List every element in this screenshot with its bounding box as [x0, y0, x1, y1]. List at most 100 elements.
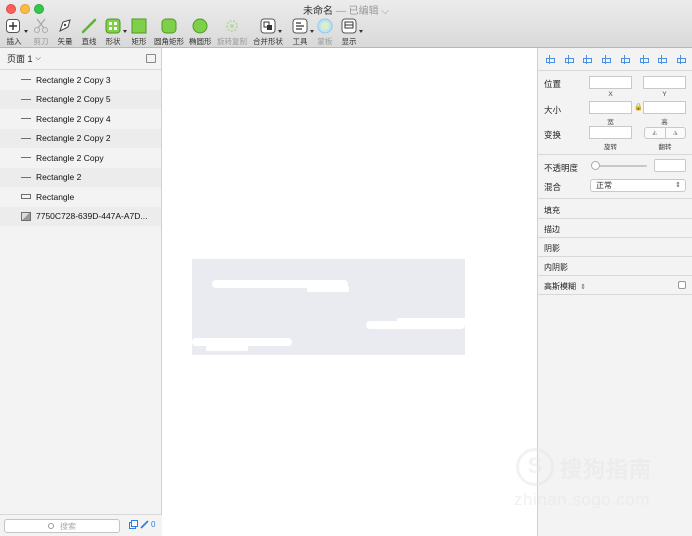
scissors-label: 剪刀: [33, 37, 49, 46]
chevron-updown-icon: ⇕: [580, 284, 587, 291]
line-icon: [21, 98, 31, 100]
rounded-rectangle-button[interactable]: 圆角矩形: [154, 18, 184, 48]
y-label: Y: [662, 91, 667, 98]
canvas[interactable]: [162, 48, 537, 536]
rotate-copy-label: 旋转复制: [217, 37, 247, 46]
height-field[interactable]: [643, 101, 686, 114]
gaussian-blur-header[interactable]: 高斯模糊 ⇕: [544, 281, 586, 292]
divider: [538, 237, 692, 238]
align-right-icon[interactable]: [619, 54, 630, 64]
rectangle-shape[interactable]: [397, 318, 465, 324]
layer-row[interactable]: Rectangle 2 Copy 4: [0, 109, 161, 129]
pen-icon: [56, 18, 74, 34]
align-center-icon[interactable]: [600, 54, 612, 64]
layer-row[interactable]: Rectangle 2 Copy 2: [0, 128, 161, 148]
layer-row[interactable]: Rectangle 2 Copy 3: [0, 70, 161, 90]
divider: [538, 294, 692, 295]
sidebar-footer: 搜索 0: [0, 514, 162, 536]
align-middle-icon[interactable]: [656, 54, 668, 64]
flip-horizontal-icon[interactable]: ◭: [645, 128, 666, 138]
rectangle-icon: [130, 18, 148, 34]
layer-row[interactable]: Rectangle: [0, 187, 161, 207]
flip-label: 翻转: [658, 144, 672, 151]
layer-name: Rectangle 2 Copy 2: [36, 133, 111, 144]
layer-name: Rectangle: [36, 191, 75, 202]
shadow-section-header[interactable]: 阴影: [544, 243, 560, 254]
layer-row[interactable]: Rectangle 2 Copy: [0, 148, 161, 168]
sidebar-filter-group: 0: [129, 520, 155, 529]
y-field[interactable]: [643, 76, 686, 89]
copy-icon[interactable]: [129, 520, 138, 529]
layer-row[interactable]: Rectangle 2 Copy 5: [0, 89, 161, 109]
layer-row[interactable]: Rectangle 2: [0, 167, 161, 187]
align-left-icon[interactable]: [581, 54, 593, 64]
rotate-copy-icon: [223, 18, 241, 34]
blend-mode-select[interactable]: 正常 ⇕: [590, 179, 686, 192]
search-icon: [48, 523, 54, 529]
lock-icon[interactable]: 🔒: [634, 103, 643, 111]
page-selector-label: 页面 1: [7, 54, 33, 64]
rectangle-shape[interactable]: [206, 345, 248, 351]
line-label: 直线: [81, 37, 97, 46]
opacity-slider-knob[interactable]: [591, 161, 600, 170]
tools-button[interactable]: 工具: [291, 18, 314, 48]
align-bottom-icon[interactable]: [675, 54, 687, 64]
combine-shapes-icon: [259, 18, 282, 34]
edited-status[interactable]: — 已编辑: [336, 6, 379, 17]
line-icon: [21, 157, 31, 158]
flip-buttons: ◭ ◮: [644, 127, 686, 139]
layers-sidebar: 页面 1 ⌵ Rectangle 2 Copy 3 Rectangle 2 Co…: [0, 48, 162, 536]
flip-vertical-icon[interactable]: ◮: [666, 128, 686, 138]
gaussian-blur-checkbox[interactable]: [678, 281, 686, 289]
layer-name: Rectangle 2 Copy 5: [36, 94, 111, 105]
divider: [538, 154, 692, 155]
x-field[interactable]: [589, 76, 632, 89]
rotate-field[interactable]: [589, 126, 632, 139]
knife-icon[interactable]: [140, 520, 149, 529]
oval-icon: [191, 18, 209, 34]
vector-button[interactable]: 矢量: [56, 18, 74, 48]
chevron-down-icon: ⌵: [35, 54, 41, 62]
layer-name: Rectangle 2: [36, 172, 82, 183]
rectangle-shape[interactable]: [307, 286, 349, 292]
mask-button[interactable]: 蒙板: [316, 18, 334, 48]
page-selector[interactable]: 页面 1 ⌵: [0, 48, 161, 70]
width-field[interactable]: [589, 101, 632, 114]
layer-name: Rectangle 2 Copy 4: [36, 113, 111, 124]
view-button[interactable]: 显示: [340, 18, 363, 48]
document-title: 未命名 — 已编辑 ⌵: [0, 2, 692, 17]
rotate-label: 旋转: [604, 144, 617, 151]
inner-shadow-section-header[interactable]: 内阴影: [544, 262, 568, 273]
line-icon: [21, 118, 31, 119]
align-top-icon[interactable]: [638, 54, 649, 64]
layer-name: Rectangle 2 Copy 3: [36, 74, 111, 85]
height-label: 高: [661, 119, 668, 126]
tools-icon: [291, 18, 314, 34]
scissors-button[interactable]: 剪刀: [32, 18, 50, 48]
combine-shapes-button[interactable]: 合并形状: [253, 18, 283, 48]
layer-row[interactable]: 7750C728-639D-447A-A7D...: [0, 206, 161, 226]
oval-button[interactable]: 椭圆形: [189, 18, 212, 48]
line-icon: [21, 137, 31, 139]
rectangle-background[interactable]: [192, 259, 465, 355]
rectangle-icon: [21, 194, 31, 199]
line-button[interactable]: 直线: [80, 18, 98, 48]
distribute-horizontal-icon[interactable]: [544, 54, 555, 64]
fill-section-header[interactable]: 填充: [544, 205, 560, 216]
layer-search-input[interactable]: 搜索: [4, 519, 120, 533]
shapes-icon: [104, 18, 127, 34]
view-icon: [340, 18, 363, 34]
divider: [538, 198, 692, 199]
rotate-copy-button[interactable]: 旋转复制: [217, 18, 247, 48]
opacity-slider-track[interactable]: [595, 165, 647, 167]
slice-count: 0: [151, 520, 156, 529]
shape-button[interactable]: 形状: [104, 18, 127, 48]
border-section-header[interactable]: 描边: [544, 224, 560, 235]
document-name: 未命名: [303, 6, 334, 17]
add-page-icon[interactable]: [146, 54, 156, 63]
divider: [538, 218, 692, 219]
opacity-field[interactable]: [654, 159, 686, 172]
rectangle-button[interactable]: 矩形: [130, 18, 148, 48]
distribute-vertical-icon[interactable]: [563, 54, 574, 64]
insert-button[interactable]: 插入: [5, 18, 28, 48]
